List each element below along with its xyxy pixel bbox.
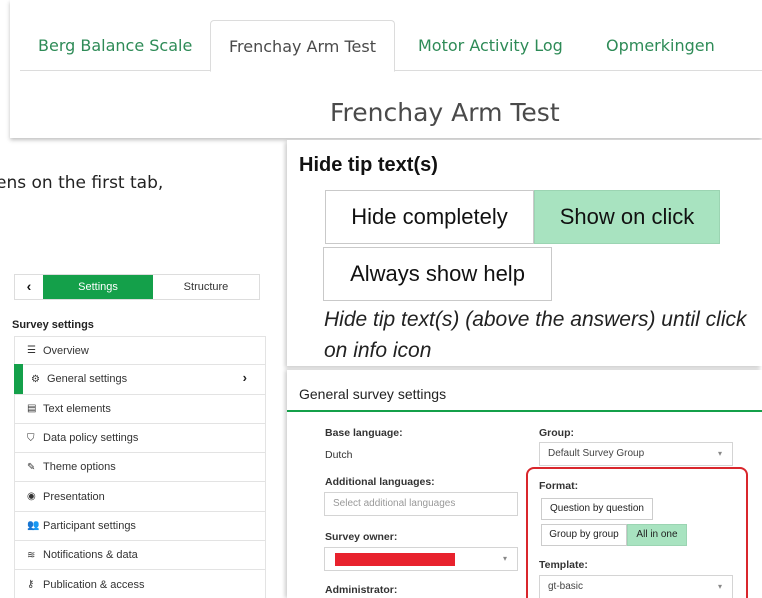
general-settings-panel: General survey settings Base language: D… [287,370,762,598]
gears-icon: ⚙ [31,373,40,385]
sidebar-item-presentation[interactable]: ◉ Presentation [14,482,266,512]
survey-owner-label: Survey owner: [325,531,398,543]
sidebar-item-text-elements[interactable]: ▤ Text elements [14,394,266,424]
additional-languages-placeholder: Select additional languages [333,498,456,509]
title-divider [287,410,762,412]
sidebar-item-label: Notifications & data [43,549,138,562]
general-settings-title: General survey settings [299,386,447,402]
group-select[interactable]: Default Survey Group ▾ [539,442,733,466]
tab-berg-balance-scale[interactable]: Berg Balance Scale [38,20,192,71]
hide-tip-panel: Hide tip text(s) Hide completely Show on… [287,140,762,366]
sidebar-item-data-policy-settings[interactable]: ⛉ Data policy settings [14,423,266,454]
group-by-group-button[interactable]: Group by group [541,524,627,546]
page-title: Frenchay Arm Test [330,98,560,127]
survey-owner-select[interactable]: ▾ [324,547,518,571]
shield-icon: ⛉ [27,432,35,444]
sidebar-panel: ‹ Settings Structure Survey settings ☰ O… [0,264,272,598]
sidebar-item-label: Data policy settings [43,432,139,445]
key-icon: ⚷ [27,579,35,591]
settings-tab[interactable]: Settings [43,275,153,299]
always-show-help-button[interactable]: Always show help [323,247,552,301]
instruction-text: ens on the first tab, [0,173,164,193]
sidebar-item-theme-options[interactable]: ✎ Theme options [14,453,266,483]
question-by-question-button[interactable]: Question by question [541,498,653,520]
additional-languages-input[interactable]: Select additional languages [324,492,518,516]
chevron-down-icon: ▾ [717,582,722,591]
group-value: Default Survey Group [548,448,645,459]
sidebar-item-label: General settings [47,373,128,386]
users-icon: 👥 [27,520,40,532]
hide-tip-description: Hide tip text(s) (above the answers) unt… [324,308,747,362]
base-language-value: Dutch [325,449,353,461]
sidebar-item-label: Overview [43,344,89,357]
template-value: gt-basic [548,581,584,592]
rss-icon: ≋ [27,549,36,561]
sidebar-item-label: Participant settings [43,519,136,532]
show-on-click-button[interactable]: Show on click [534,190,720,244]
sidebar-toggle-group: ‹ Settings Structure [14,274,260,300]
chevron-down-icon: ▾ [502,554,507,563]
tab-bar: Berg Balance Scale Frenchay Arm Test Mot… [20,20,762,72]
chevron-right-icon: › [242,370,247,386]
structure-tab[interactable]: Structure [153,275,259,299]
brush-icon: ✎ [27,461,36,473]
sidebar-item-general-settings[interactable]: ⚙ General settings › [14,364,266,395]
sidebar-menu: ☰ Overview ⚙ General settings › ▤ Text e… [14,336,266,598]
list-icon: ☰ [27,345,36,357]
tab-frenchay-arm-test[interactable]: Frenchay Arm Test [210,20,395,72]
all-in-one-button[interactable]: All in one [627,524,687,546]
format-label: Format: [539,480,579,492]
sidebar-item-participant-settings[interactable]: 👥 Participant settings [14,511,266,542]
tab-motor-activity-log[interactable]: Motor Activity Log [418,20,563,71]
chevron-down-icon: ▾ [717,449,722,458]
template-label: Template: [539,559,588,571]
sidebar-item-label: Text elements [43,402,111,415]
template-select[interactable]: gt-basic ▾ [539,575,733,598]
screenshot-collage: Berg Balance Scale Frenchay Arm Test Mot… [0,0,762,598]
survey-settings-heading: Survey settings [12,319,94,331]
collapse-sidebar-button[interactable]: ‹ [15,275,43,299]
sidebar-item-label: Publication & access [43,578,145,591]
group-label: Group: [539,427,574,439]
sidebar-item-label: Presentation [43,490,105,503]
tabs-panel: Berg Balance Scale Frenchay Arm Test Mot… [10,0,762,138]
eye-slash-icon: ◉ [27,491,36,503]
base-language-label: Base language: [325,427,403,439]
sidebar-item-label: Theme options [43,461,116,474]
administrator-label: Administrator: [325,584,398,596]
sidebar-item-overview[interactable]: ☰ Overview [14,336,266,366]
additional-languages-label: Additional languages: [325,476,435,488]
tab-opmerkingen[interactable]: Opmerkingen [606,20,715,71]
hide-tip-title: Hide tip text(s) [299,154,438,176]
hide-completely-button[interactable]: Hide completely [325,190,534,244]
sidebar-item-publication-access[interactable]: ⚷ Publication & access [14,570,266,598]
file-text-icon: ▤ [27,403,37,415]
sidebar-item-notifications-data[interactable]: ≋ Notifications & data [14,541,266,571]
redacted-owner-name [335,553,455,566]
